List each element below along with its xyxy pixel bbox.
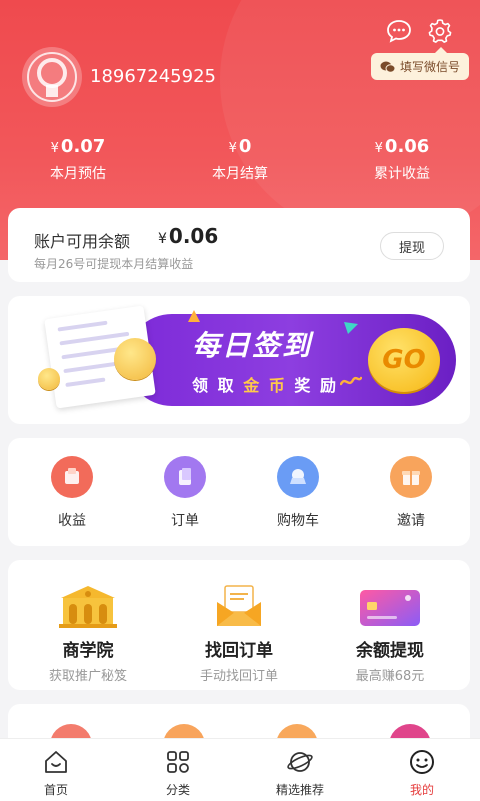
banner-sub-char: 领 [192,376,210,395]
sparkle-icon [344,322,358,334]
message-icon[interactable] [386,18,412,44]
banner-title: 每日签到 [192,329,313,362]
menu-item-label: 购物车 [277,513,319,529]
balance-value: 0.06 [168,224,219,248]
menu-item-order[interactable]: 订单 [145,456,225,530]
income-icon [51,456,93,498]
academy-icon [18,584,158,628]
stat-month-estimate[interactable]: ¥0.07 本月预估 [18,136,138,183]
banner-sub-char: 币 [268,376,286,395]
stat-value: 0.07 [60,136,106,157]
tab-label: 精选推荐 [275,783,324,797]
currency-symbol: ¥ [374,141,383,156]
feature-recover-order[interactable]: 找回订单 手动找回订单 [169,584,309,684]
menu-item-income[interactable]: 收益 [32,456,112,530]
menu-item-label: 收益 [58,513,86,529]
currency-symbol: ¥ [158,231,167,247]
menu-item-cart[interactable]: 购物车 [258,456,338,530]
banner-sub-char: 金 [243,376,261,395]
stat-value: 0.06 [384,136,430,157]
order-icon [164,456,206,498]
tab-home[interactable]: 首页 [8,747,104,798]
feature-subtitle: 手动找回订单 [199,669,278,684]
feature-withdraw[interactable]: 余额提现 最高赚68元 [320,584,460,684]
menu-item-label: 订单 [171,513,199,529]
stat-label: 本月预估 [50,166,106,182]
profile-icon [374,747,470,777]
banner-sub-char: 取 [217,376,235,395]
tab-mine[interactable]: 我的 [374,747,470,798]
wechat-tip-label: 填写微信号 [399,60,460,74]
stat-label: 累计收益 [374,166,430,182]
banner-sub-char: 奖 [294,376,312,395]
banner-sub-char: 励 [319,376,337,395]
feature-subtitle: 最高赚68元 [355,669,425,684]
quick-menu-card: 收益 订单 购物车 邀请 [8,438,470,546]
envelope-icon [169,584,309,628]
currency-symbol: ¥ [50,141,59,156]
stat-label: 本月结算 [212,166,268,182]
avatar-logo-icon [27,52,77,102]
balance-card: 账户可用余额 ¥0.06 每月26号可提现本月结算收益 提现 [8,208,470,282]
sparkle-icon [188,310,200,322]
go-button[interactable]: GO [368,328,440,392]
currency-symbol: ¥ [228,141,237,156]
coin-icon [114,338,156,380]
stat-total-income[interactable]: ¥0.06 累计收益 [342,136,462,183]
stat-month-settled[interactable]: ¥0 本月结算 [180,136,300,183]
feature-title: 找回订单 [205,641,273,661]
balance-title: 账户可用余额 [34,232,131,251]
menu-item-invite[interactable]: 邀请 [371,456,451,530]
bottom-tab-bar: 首页 分类 精选推荐 我的 [0,738,480,801]
tab-label: 分类 [165,783,190,797]
avatar[interactable] [22,47,82,107]
card-icon [320,584,460,628]
balance-amount: ¥0.06 [158,224,218,248]
feature-title: 商学院 [62,641,114,661]
cart-icon [277,456,319,498]
menu-item-label: 邀请 [397,513,425,529]
sparkle-icon [340,376,362,386]
gift-icon [390,456,432,498]
wechat-fill-tip[interactable]: 填写微信号 [371,47,469,80]
feature-card: 商学院 获取推广秘笈 找回订单 手动找回订单 余额提现 最高赚68元 [8,560,470,690]
feature-title: 余额提现 [356,641,424,661]
planet-icon [252,747,348,777]
home-icon [8,747,104,777]
coin-icon [38,368,60,390]
category-icon [130,747,226,777]
banner-subtitle: 领 取 金 币 奖 励 [192,372,339,396]
user-phone: 18967245925 [90,66,216,87]
tab-label: 我的 [409,783,434,797]
feature-academy[interactable]: 商学院 获取推广秘笈 [18,584,158,684]
balance-note: 每月26号可提现本月结算收益 [34,257,194,271]
feature-subtitle: 获取推广秘笈 [48,669,127,684]
tab-category[interactable]: 分类 [130,747,226,798]
stat-value: 0 [238,136,252,157]
tab-label: 首页 [43,783,68,797]
withdraw-button[interactable]: 提现 [380,232,444,260]
settings-gear-icon[interactable] [426,17,454,45]
tab-featured[interactable]: 精选推荐 [252,747,348,798]
wechat-icon [380,61,396,73]
